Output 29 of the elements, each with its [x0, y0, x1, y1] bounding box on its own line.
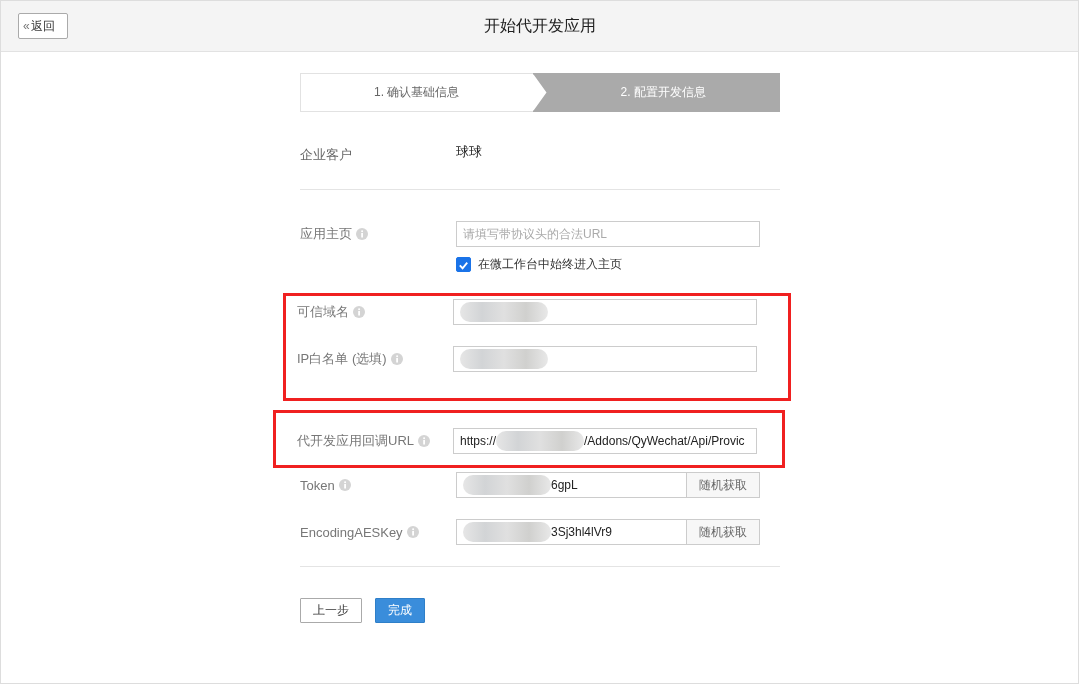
- customer-name: 球球: [456, 143, 482, 161]
- back-button[interactable]: «返回: [18, 13, 68, 39]
- input-field[interactable]: [453, 299, 757, 325]
- random-button[interactable]: 随机获取: [686, 519, 760, 545]
- info-icon[interactable]: [338, 479, 351, 491]
- info-icon[interactable]: [356, 228, 368, 240]
- field-label: Token: [300, 477, 335, 493]
- input-field[interactable]: https:// /Addons/QyWechat/Api/Provic: [453, 428, 757, 454]
- input-field[interactable]: [453, 346, 757, 372]
- info-icon[interactable]: [390, 353, 403, 365]
- page-title: 开始代开发应用: [483, 15, 596, 36]
- field-label: IP白名单 (选填): [297, 350, 387, 368]
- step-tab[interactable]: 1. 确认基础信息: [300, 73, 533, 112]
- info-icon[interactable]: [406, 526, 419, 538]
- input-field[interactable]: 6gpL: [456, 472, 686, 498]
- random-button[interactable]: 随机获取: [686, 472, 760, 498]
- field-label: EncodingAESKey: [300, 524, 403, 540]
- field-label: 应用主页: [300, 225, 352, 243]
- checkbox-label: 在微工作台中始终进入主页: [478, 256, 622, 273]
- input-field[interactable]: 3Sj3hl4lVr9: [456, 519, 686, 545]
- checkbox[interactable]: [456, 257, 471, 272]
- info-icon[interactable]: [418, 435, 430, 447]
- field-label: 代开发应用回调URL: [297, 432, 414, 450]
- previous-button[interactable]: 上一步: [300, 598, 362, 623]
- chevron-icon: «: [23, 19, 30, 33]
- field-label: 可信域名: [297, 303, 349, 321]
- field-label: 企业客户: [300, 146, 353, 164]
- input-field[interactable]: 请填写带协议头的合法URL: [456, 221, 760, 247]
- info-icon[interactable]: [353, 306, 365, 318]
